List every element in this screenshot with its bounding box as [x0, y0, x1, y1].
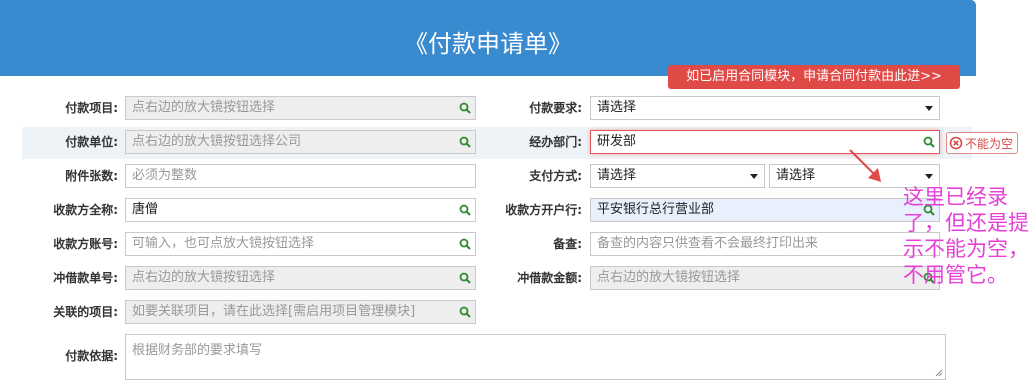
department-label: 经办部门:	[529, 135, 582, 149]
basis-label: 付款依据:	[65, 349, 118, 363]
basis-placeholder: 根据财务部的要求填写	[132, 343, 263, 358]
unit-field[interactable]: 点右边的放大镜按钮选择公司	[125, 130, 476, 154]
annotation-note: 这里已经录了，但还是提示不能为空，不用管它。	[903, 185, 1029, 287]
attachments-placeholder: 必须为整数	[132, 168, 198, 183]
contract-payment-link[interactable]: 如已启用合同模块，申请合同付款由此进>>	[668, 65, 960, 89]
payee-bank-value: 平安银行总行营业部	[597, 202, 715, 217]
validation-error-badge: 不能为空	[946, 132, 1019, 154]
offset-doc-field[interactable]: 点右边的放大镜按钮选择	[125, 266, 476, 290]
pay-method-value-1: 请选择	[597, 168, 637, 183]
form-title: 《付款申请单》	[404, 30, 572, 58]
department-value: 研发部	[597, 134, 637, 149]
payee-account-label: 收款方账号:	[53, 237, 118, 251]
magnifier-icon[interactable]	[459, 272, 471, 284]
payee-name-value: 唐僧	[132, 202, 159, 217]
payee-account-placeholder: 可输入，也可点放大镜按钮选择	[132, 236, 315, 251]
annotation-arrow-icon	[849, 149, 881, 182]
attachments-input[interactable]: 必须为整数	[125, 164, 476, 188]
validation-message: 不能为空	[965, 136, 1014, 151]
project-placeholder: 点右边的放大镜按钮选择	[132, 100, 276, 115]
project-field[interactable]: 点右边的放大镜按钮选择	[125, 96, 476, 120]
payee-bank-label: 收款方开户行:	[505, 203, 582, 217]
magnifier-icon[interactable]	[459, 136, 471, 148]
requirement-label: 付款要求:	[529, 101, 582, 115]
offset-amount-placeholder: 点右边的放大镜按钮选择	[597, 270, 741, 285]
requirement-select[interactable]: 请选择	[590, 96, 940, 120]
magnifier-icon[interactable]	[459, 204, 471, 216]
payee-account-field[interactable]: 可输入，也可点放大镜按钮选择	[125, 232, 476, 256]
chevron-down-icon	[925, 106, 933, 111]
unit-placeholder: 点右边的放大镜按钮选择公司	[132, 134, 302, 149]
magnifier-icon[interactable]	[459, 102, 471, 114]
related-project-placeholder: 如要关联项目，请在此选择[需启用项目管理模块]	[132, 304, 416, 319]
pay-method-select-1[interactable]: 请选择	[590, 164, 765, 188]
requirement-value: 请选择	[597, 100, 637, 115]
offset-amount-label: 冲借款金额:	[517, 271, 582, 285]
offset-doc-label: 冲借款单号:	[53, 271, 118, 285]
error-circle-icon	[949, 136, 963, 150]
chevron-down-icon	[750, 174, 758, 179]
offset-doc-placeholder: 点右边的放大镜按钮选择	[132, 270, 276, 285]
remarks-placeholder: 备查的内容只供查看不会最终打印出来	[597, 236, 819, 251]
remarks-input[interactable]: 备查的内容只供查看不会最终打印出来	[590, 232, 940, 256]
offset-amount-field[interactable]: 点右边的放大镜按钮选择	[590, 266, 940, 290]
related-project-field[interactable]: 如要关联项目，请在此选择[需启用项目管理模块]	[125, 300, 476, 324]
chevron-down-icon	[925, 174, 933, 179]
unit-label: 付款单位:	[65, 135, 118, 149]
magnifier-icon[interactable]	[923, 136, 935, 148]
magnifier-icon[interactable]	[459, 238, 471, 250]
payee-name-field[interactable]: 唐僧	[125, 198, 476, 222]
project-label: 付款项目:	[65, 101, 118, 115]
resize-grip-icon[interactable]	[935, 369, 943, 377]
basis-textarea[interactable]: 根据财务部的要求填写	[125, 334, 946, 380]
payee-name-label: 收款方全称:	[53, 203, 118, 217]
pay-method-label: 支付方式:	[529, 169, 582, 183]
attachments-label: 附件张数:	[65, 169, 118, 183]
magnifier-icon[interactable]	[459, 306, 471, 318]
pay-method-value-2: 请选择	[776, 168, 816, 183]
related-project-label: 关联的项目:	[53, 305, 118, 319]
payment-request-form: 《付款申请单》 如已启用合同模块，申请合同付款由此进>> 付款项目: 点右边的放…	[0, 0, 1019, 384]
remarks-label: 备查:	[553, 237, 582, 251]
payee-bank-field[interactable]: 平安银行总行营业部	[590, 198, 940, 222]
